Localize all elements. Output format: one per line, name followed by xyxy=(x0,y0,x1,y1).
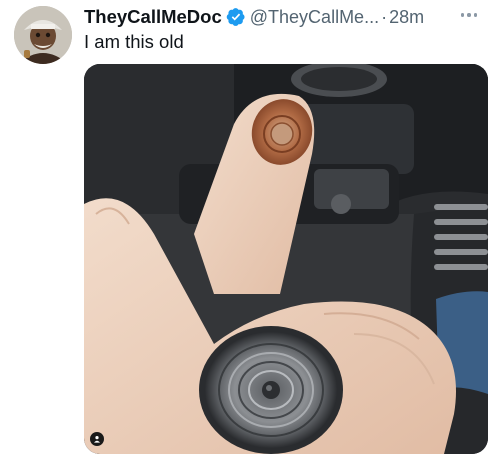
more-options-icon[interactable] xyxy=(456,3,482,27)
author-handle[interactable]: @TheyCallMe... xyxy=(250,7,379,28)
separator-dot: · xyxy=(381,6,388,27)
tweet-header: TheyCallMeDoc @TheyCallMe... · 28m xyxy=(84,5,488,29)
author-name[interactable]: TheyCallMeDoc xyxy=(84,6,222,28)
tweet-photo[interactable] xyxy=(84,64,488,454)
tweet-timestamp[interactable]: 28m xyxy=(389,7,424,28)
tweet-text: I am this old xyxy=(84,31,184,52)
person-icon[interactable] xyxy=(90,432,104,446)
photo-content xyxy=(84,64,488,454)
verified-badge-icon xyxy=(226,8,245,26)
author-avatar[interactable] xyxy=(14,6,72,64)
avatar-image xyxy=(14,6,72,64)
